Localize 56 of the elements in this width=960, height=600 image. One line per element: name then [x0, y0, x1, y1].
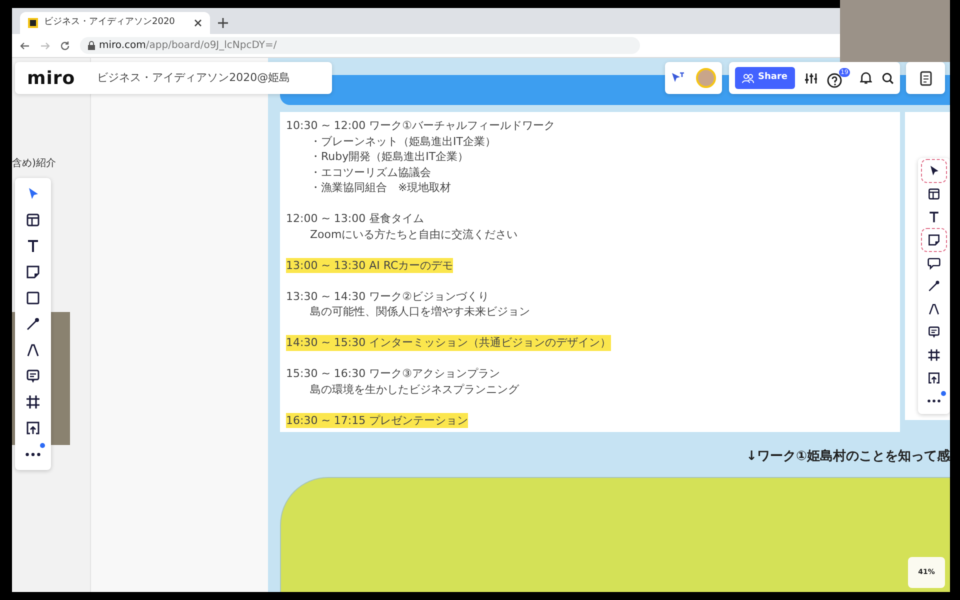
comment-icon [25, 368, 41, 384]
text-icon [927, 210, 941, 224]
schedule-line: 15:30 ~ 16:30 ワーク③アクションプラン [286, 366, 500, 382]
new-tab-icon[interactable] [218, 18, 228, 28]
reload-icon[interactable] [60, 40, 70, 50]
cursor-icon[interactable] [670, 72, 685, 84]
more-icon [927, 399, 941, 403]
sliders-icon[interactable] [804, 72, 818, 84]
speech-bubble-icon [927, 256, 941, 270]
close-icon[interactable] [194, 19, 202, 27]
upload-icon [25, 420, 41, 436]
schedule-detail: ・ブレーンネット（姫島進出IT企業） [310, 134, 496, 149]
back-arrow-icon[interactable] [20, 40, 30, 50]
people-icon [742, 74, 754, 82]
pen-icon [25, 342, 41, 358]
board-title[interactable]: ビジネス・アイディアソン2020@姫島 [97, 70, 290, 86]
schedule-line: 13:30 ~ 14:30 ワーク②ビジョンづくり [286, 288, 489, 304]
sticky-note-icon [927, 233, 941, 247]
tool-button[interactable] [922, 160, 946, 182]
logo: miro [27, 66, 76, 90]
schedule-line: 12:00 ~ 13:00 昼食タイム [286, 211, 424, 226]
schedule-detail: Zoomにいる方たちと自由に交流ください [310, 226, 518, 242]
share-button[interactable]: Share [735, 67, 795, 89]
tab-title: ビジネス・アイディアソン2020 [44, 16, 176, 30]
bell-icon[interactable] [860, 71, 872, 85]
template-icon [927, 187, 941, 201]
schedule-detail: 島の環境を生かしたビジネスプランニング [310, 382, 519, 397]
favicon-icon [28, 18, 38, 28]
square-icon [25, 290, 41, 306]
sticky-note-icon [25, 264, 41, 280]
schedule-detail: ・漁業協同組合 ※現地取材 [310, 180, 452, 196]
notification-dot [941, 391, 946, 396]
address-bar[interactable]: miro.com/app/board/o9J_lcNpcDY=/ [80, 37, 640, 54]
frame-icon [25, 394, 41, 410]
section-heading: ↓ワーク①姫島村のことを知って感 [746, 448, 950, 466]
text-icon [25, 238, 41, 254]
template-icon [25, 212, 41, 228]
pen-icon [927, 302, 941, 316]
line-icon [927, 279, 941, 293]
frame-icon [927, 348, 941, 362]
schedule-detail: ・Ruby開発（姫島進出IT企業） [310, 149, 469, 164]
tool-button[interactable] [922, 229, 946, 251]
notification-dot [40, 443, 45, 448]
comment-icon [927, 325, 941, 339]
search-icon[interactable] [882, 72, 894, 84]
schedule-line: 10:30 ~ 12:00 ワーク①バーチャルフィールドワーク [286, 118, 555, 134]
schedule-detail: ・エコツーリズム協議会 [310, 164, 431, 180]
line-icon [25, 316, 41, 332]
lock-icon [88, 41, 95, 50]
upload-icon [927, 371, 941, 385]
more-icon [25, 452, 41, 456]
browser-tab[interactable]: ビジネス・アイディアソン2020 [20, 12, 210, 34]
url-text: miro.com/app/board/o9J_lcNpcDY=/ [99, 39, 277, 53]
schedule-detail: 島の可能性、関係人口を増やす未来ビジョン [310, 304, 530, 320]
board-text: 含め)紹介 [12, 156, 56, 171]
document-icon[interactable] [920, 70, 932, 86]
